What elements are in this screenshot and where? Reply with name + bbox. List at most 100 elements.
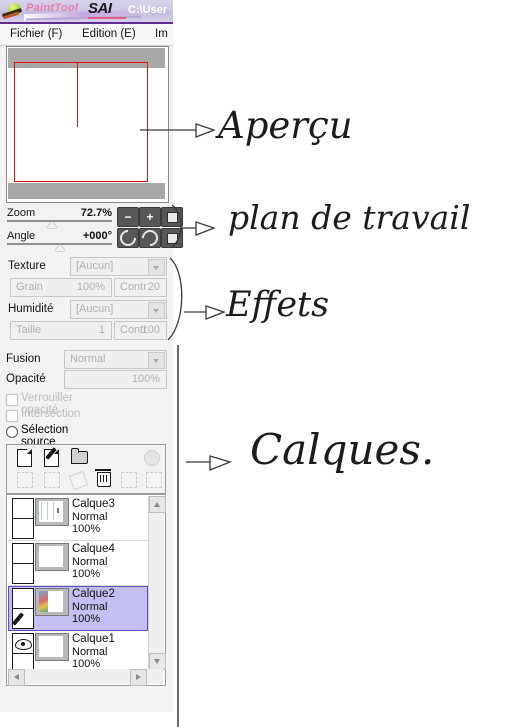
layer-visibility-toggle[interactable] <box>12 543 34 564</box>
layer-blend-mode: Normal <box>72 646 108 658</box>
new-linework-layer-icon[interactable] <box>42 447 61 467</box>
layer-blend-mode: Normal <box>72 601 108 613</box>
scroll-down-icon[interactable] <box>149 653 166 670</box>
preview-guide-line <box>77 62 79 127</box>
layer-row[interactable]: Calque2 Normal 100% <box>8 586 148 631</box>
chevron-down-icon[interactable] <box>148 259 165 276</box>
menu-item-image[interactable]: Im <box>155 28 168 40</box>
zoom-reset-button[interactable] <box>161 207 183 227</box>
layer-row[interactable]: Calque3 Normal 100% <box>8 496 148 541</box>
layer-name: Calque4 <box>72 543 115 555</box>
rotate-left-button[interactable] <box>116 226 140 250</box>
duplicate-layer-icon[interactable] <box>144 471 163 490</box>
layer-thumbnail <box>35 588 69 616</box>
merge-selection-icon[interactable] <box>119 471 138 490</box>
grain-field[interactable]: Grain 100% <box>10 278 112 297</box>
brand-underline <box>88 17 126 19</box>
layer-name: Calque2 <box>72 588 115 600</box>
document-path: C:\User <box>128 4 168 16</box>
fusion-select[interactable]: Normal <box>64 350 167 369</box>
taille-contrast-field[interactable]: Contr 100 <box>114 321 167 340</box>
annotation-calques: Calques. <box>250 425 435 474</box>
canvas-preview-panel[interactable] <box>6 46 169 203</box>
layer-name: Calque3 <box>72 498 115 510</box>
annotation-plan-de-travail: plan de travail <box>228 198 471 237</box>
chevron-down-icon[interactable] <box>148 302 165 319</box>
humidite-select[interactable]: [Aucun] <box>70 300 167 319</box>
layer-list-vertical-scrollbar[interactable] <box>148 496 166 670</box>
blend-panel: Fusion Normal Opacité 100% <box>4 350 169 390</box>
fusion-value: Normal <box>70 353 106 365</box>
rotate-right-button[interactable] <box>138 226 162 250</box>
fusion-label: Fusion <box>6 353 41 365</box>
checkbox-icon[interactable] <box>6 410 18 422</box>
taille-value: 1 <box>98 324 105 336</box>
zoom-in-button[interactable]: + <box>139 207 161 227</box>
radio-icon[interactable] <box>6 426 18 438</box>
layer-list[interactable]: Calque3 Normal 100% Calque4 Normal 100% Calque… <box>8 496 148 684</box>
layer-toolbar <box>6 444 166 494</box>
title-bar: PaintTool SAI C:\User <box>0 0 173 24</box>
zoom-out-button[interactable]: − <box>117 207 139 227</box>
annotation-apercu: Aperçu <box>218 104 353 147</box>
eye-icon <box>15 639 32 650</box>
layer-clipping-toggle[interactable] <box>12 518 34 539</box>
angle-slider-thumb[interactable] <box>55 244 65 251</box>
new-layer-icon[interactable] <box>15 448 34 467</box>
layer-visibility-toggle[interactable] <box>12 633 34 654</box>
intersection-label: Intersection <box>21 408 81 420</box>
layer-options-panel: Verrouiller opacité Intersection Sélecti… <box>4 392 169 448</box>
layer-visibility-toggle[interactable] <box>12 588 34 609</box>
layer-clipping-toggle[interactable] <box>11 608 34 629</box>
humidite-label: Humidité <box>8 303 54 315</box>
layer-name: Calque1 <box>72 633 115 645</box>
layer-clipping-toggle[interactable] <box>12 563 34 584</box>
layer-row[interactable]: Calque4 Normal 100% <box>8 541 148 586</box>
layer-thumbnail <box>35 633 69 661</box>
sai-application-window: PaintTool SAI C:\User Fichier (F) Editio… <box>0 0 183 712</box>
new-mask-icon[interactable] <box>144 450 160 466</box>
rotate-reset-button[interactable] <box>161 228 183 248</box>
layer-thumbnail <box>35 543 69 571</box>
scroll-left-icon[interactable] <box>8 669 25 686</box>
canvas-preview[interactable] <box>8 48 165 199</box>
menu-item-edition[interactable]: Edition (E) <box>82 28 136 40</box>
layer-opacity: 100% <box>72 568 101 580</box>
navigator-panel: Zoom 72.7% Angle +000° − + <box>4 207 183 251</box>
chevron-down-icon[interactable] <box>148 352 165 369</box>
zoom-slider-track[interactable] <box>7 220 112 222</box>
grain-label: Grain <box>16 281 43 293</box>
checkbox-icon[interactable] <box>6 394 18 406</box>
new-folder-icon[interactable] <box>69 448 88 467</box>
layer-thumbnail <box>35 498 69 526</box>
grain-contrast-label: Contr <box>120 281 147 293</box>
layer-opacity: 100% <box>72 523 101 535</box>
pen-icon <box>11 612 25 626</box>
annotation-effets: Effets <box>226 285 330 325</box>
merge-down-icon[interactable] <box>15 471 34 490</box>
app-brand-sai: SAI <box>88 0 112 17</box>
preview-selection-rect <box>14 62 148 182</box>
menu-item-fichier[interactable]: Fichier (F) <box>10 28 62 40</box>
grain-contrast-field[interactable]: Contr 20 <box>114 278 167 297</box>
zoom-slider-thumb[interactable] <box>47 221 57 228</box>
zoom-label: Zoom <box>7 207 36 219</box>
clear-layer-icon[interactable] <box>68 470 89 491</box>
angle-label: Angle <box>7 230 36 242</box>
taille-field[interactable]: Taille 1 <box>10 321 112 340</box>
texture-label: Texture <box>8 260 46 272</box>
sai-logo-icon <box>1 3 24 20</box>
layer-list-horizontal-scrollbar[interactable] <box>8 669 163 686</box>
layer-visibility-toggle[interactable] <box>12 498 34 519</box>
opacite-slider[interactable]: 100% <box>64 370 167 389</box>
preview-bottom-band <box>8 183 165 199</box>
scroll-up-icon[interactable] <box>149 496 166 513</box>
scroll-right-icon[interactable] <box>130 669 147 686</box>
humidite-value: [Aucun] <box>76 303 114 315</box>
layer-opacity: 100% <box>72 613 101 625</box>
delete-layer-icon[interactable] <box>94 469 113 488</box>
clip-layer-icon[interactable] <box>42 471 61 490</box>
effects-panel: Texture [Aucun] Grain 100% Contr 20 Humi… <box>4 256 169 344</box>
texture-select[interactable]: [Aucun] <box>70 257 167 276</box>
grain-contrast-value: 20 <box>147 281 160 293</box>
